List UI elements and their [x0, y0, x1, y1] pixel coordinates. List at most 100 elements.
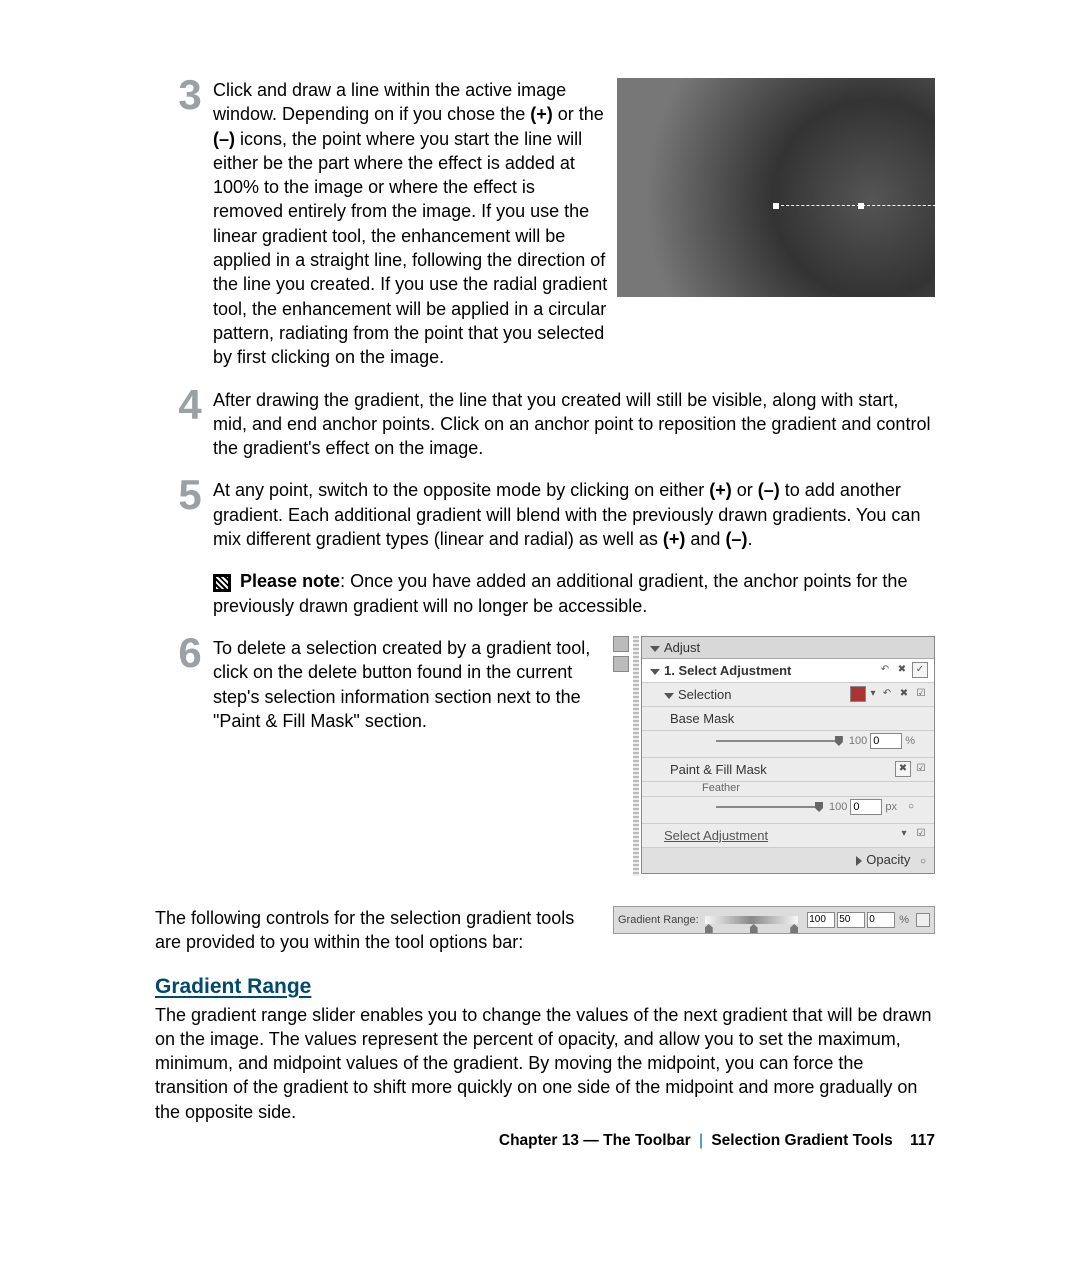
bold-plus: (+)	[663, 529, 686, 549]
step-6-body: To delete a selection created by a gradi…	[213, 636, 605, 733]
adjust-panel-header: Adjust	[642, 637, 934, 659]
checkbox-icon: ☑	[914, 827, 928, 841]
select-adjustment-label: 1. Select Adjustment	[664, 663, 791, 678]
gradient-line-overlay	[776, 205, 946, 207]
dropdown-icon: ▾	[869, 687, 877, 701]
disclosure-triangle-icon	[664, 693, 674, 699]
slider-thumb-icon	[815, 802, 823, 812]
feather-label-row: Feather	[642, 782, 934, 797]
base-mask-label: Base Mask	[670, 711, 734, 726]
panel-drag-strip	[633, 636, 639, 876]
dropdown-icon: ▾	[897, 827, 911, 841]
mask-swatch-icon	[850, 686, 866, 702]
footer-chapter: Chapter 13 — The Toolbar	[499, 1132, 691, 1149]
radio-icon: ○	[920, 856, 926, 867]
value-input	[870, 733, 902, 749]
step-number-4: 4	[175, 384, 205, 426]
delete-icon: ✖	[897, 687, 911, 701]
slider-thumb-icon	[705, 924, 713, 933]
section-icons: ▾ ↶ ✖ ☑	[850, 686, 928, 702]
text: .	[747, 529, 752, 549]
note-icon	[213, 574, 231, 592]
section-icons: ↶ ✖ ✓	[878, 662, 928, 678]
selection-section: Selection ▾ ↶ ✖ ☑	[642, 683, 934, 707]
footer-separator: |	[699, 1132, 703, 1149]
slider-right-label: 100	[849, 735, 867, 747]
text: and	[685, 529, 725, 549]
panel-toolstrip-icons	[613, 636, 631, 676]
slider-track	[716, 740, 840, 742]
adjust-panel-figure: Adjust 1. Select Adjustment ↶ ✖ ✓ Select…	[613, 636, 935, 876]
disclosure-triangle-icon	[650, 646, 660, 652]
panel-footer: Opacity ○	[642, 848, 934, 873]
disclosure-triangle-icon	[650, 669, 660, 675]
section-icons: ✖ ☑	[895, 761, 928, 777]
adjust-panel: Adjust 1. Select Adjustment ↶ ✖ ✓ Select…	[641, 636, 935, 874]
bold-plus: (+)	[530, 104, 553, 124]
bold-minus: (–)	[758, 480, 780, 500]
gradient-range-paragraph: The gradient range slider enables you to…	[155, 1003, 935, 1124]
text: Click and draw a line within the active …	[213, 80, 566, 124]
slider-thumb-icon	[790, 924, 798, 933]
selection-label: Selection	[678, 687, 731, 702]
note-label: Please note	[240, 571, 340, 591]
step-number-6: 6	[175, 632, 205, 674]
step-6: 6 To delete a selection created by a gra…	[175, 636, 605, 733]
gr-value-input	[837, 912, 865, 928]
step-5-body: At any point, switch to the opposite mod…	[213, 478, 935, 551]
step-6-row: 6 To delete a selection created by a gra…	[155, 636, 935, 876]
select-adjustment-dropdown-row: Select Adjustment ▾ ☑	[642, 824, 934, 848]
gradient-range-heading: Gradient Range	[155, 975, 935, 999]
select-adjustment-link: Select Adjustment	[664, 828, 768, 843]
radio-icon: ○	[904, 800, 918, 814]
checkbox-icon: ☑	[914, 762, 928, 776]
bold-minus: (–)	[213, 129, 235, 149]
slider-thumb-icon	[835, 736, 843, 746]
text: or	[732, 480, 758, 500]
slider-track	[716, 806, 820, 808]
step-3-row: 3 Click and draw a line within the activ…	[155, 78, 935, 388]
revert-icon: ↶	[878, 663, 892, 677]
paint-fill-row: Paint & Fill Mask ✖ ☑	[642, 758, 934, 782]
section-icons: ▾ ☑	[897, 827, 928, 841]
step-4-body: After drawing the gradient, the line tha…	[213, 388, 935, 461]
unit-label: px	[885, 801, 897, 813]
slider-thumb-icon	[750, 924, 758, 933]
end-icon	[916, 913, 930, 927]
paint-fill-label: Paint & Fill Mask	[670, 762, 767, 777]
unit-label: %	[905, 735, 915, 747]
step-3-body: Click and draw a line within the active …	[213, 78, 609, 370]
bold-plus: (+)	[709, 480, 732, 500]
checkbox-icon: ✓	[912, 662, 928, 678]
manual-page: 3 Click and draw a line within the activ…	[0, 0, 1080, 1270]
feather-label: Feather	[702, 782, 740, 794]
footer-subsection: Selection Gradient Tools	[711, 1132, 892, 1149]
panel-title: Adjust	[664, 640, 700, 655]
gr-value-input	[867, 912, 895, 928]
bold-minus: (–)	[725, 529, 747, 549]
gradient-range-toolbar: Gradient Range: %	[613, 906, 935, 934]
base-mask-row: Base Mask	[642, 707, 934, 731]
gradient-range-label: Gradient Range:	[618, 914, 699, 926]
feather-slider-row: 100 px ○	[642, 797, 934, 824]
value-input	[850, 799, 882, 815]
opacity-label: Opacity	[866, 852, 910, 867]
select-adjustment-section: 1. Select Adjustment ↶ ✖ ✓	[642, 659, 934, 683]
step-4: 4 After drawing the gradient, the line t…	[175, 388, 935, 461]
step-3: 3 Click and draw a line within the activ…	[175, 78, 609, 370]
gradient-example-image	[617, 78, 935, 297]
gr-value-input	[807, 912, 835, 928]
step-number-3: 3	[175, 74, 205, 116]
text: or the	[553, 104, 604, 124]
footer-page-number: 117	[910, 1132, 935, 1149]
step-number-5: 5	[175, 474, 205, 516]
text: icons, the point where you start the lin…	[213, 129, 607, 368]
disclosure-triangle-icon	[856, 856, 862, 866]
revert-icon: ↶	[880, 687, 894, 701]
tool-options-intro-text: The following controls for the selection…	[155, 906, 605, 955]
unit-label: %	[899, 914, 909, 926]
please-note-block: Please note: Once you have added an addi…	[213, 569, 935, 618]
base-mask-slider-row: 100 %	[642, 731, 934, 758]
page-footer: Chapter 13 — The Toolbar | Selection Gra…	[499, 1132, 935, 1150]
delete-icon: ✖	[895, 761, 911, 777]
